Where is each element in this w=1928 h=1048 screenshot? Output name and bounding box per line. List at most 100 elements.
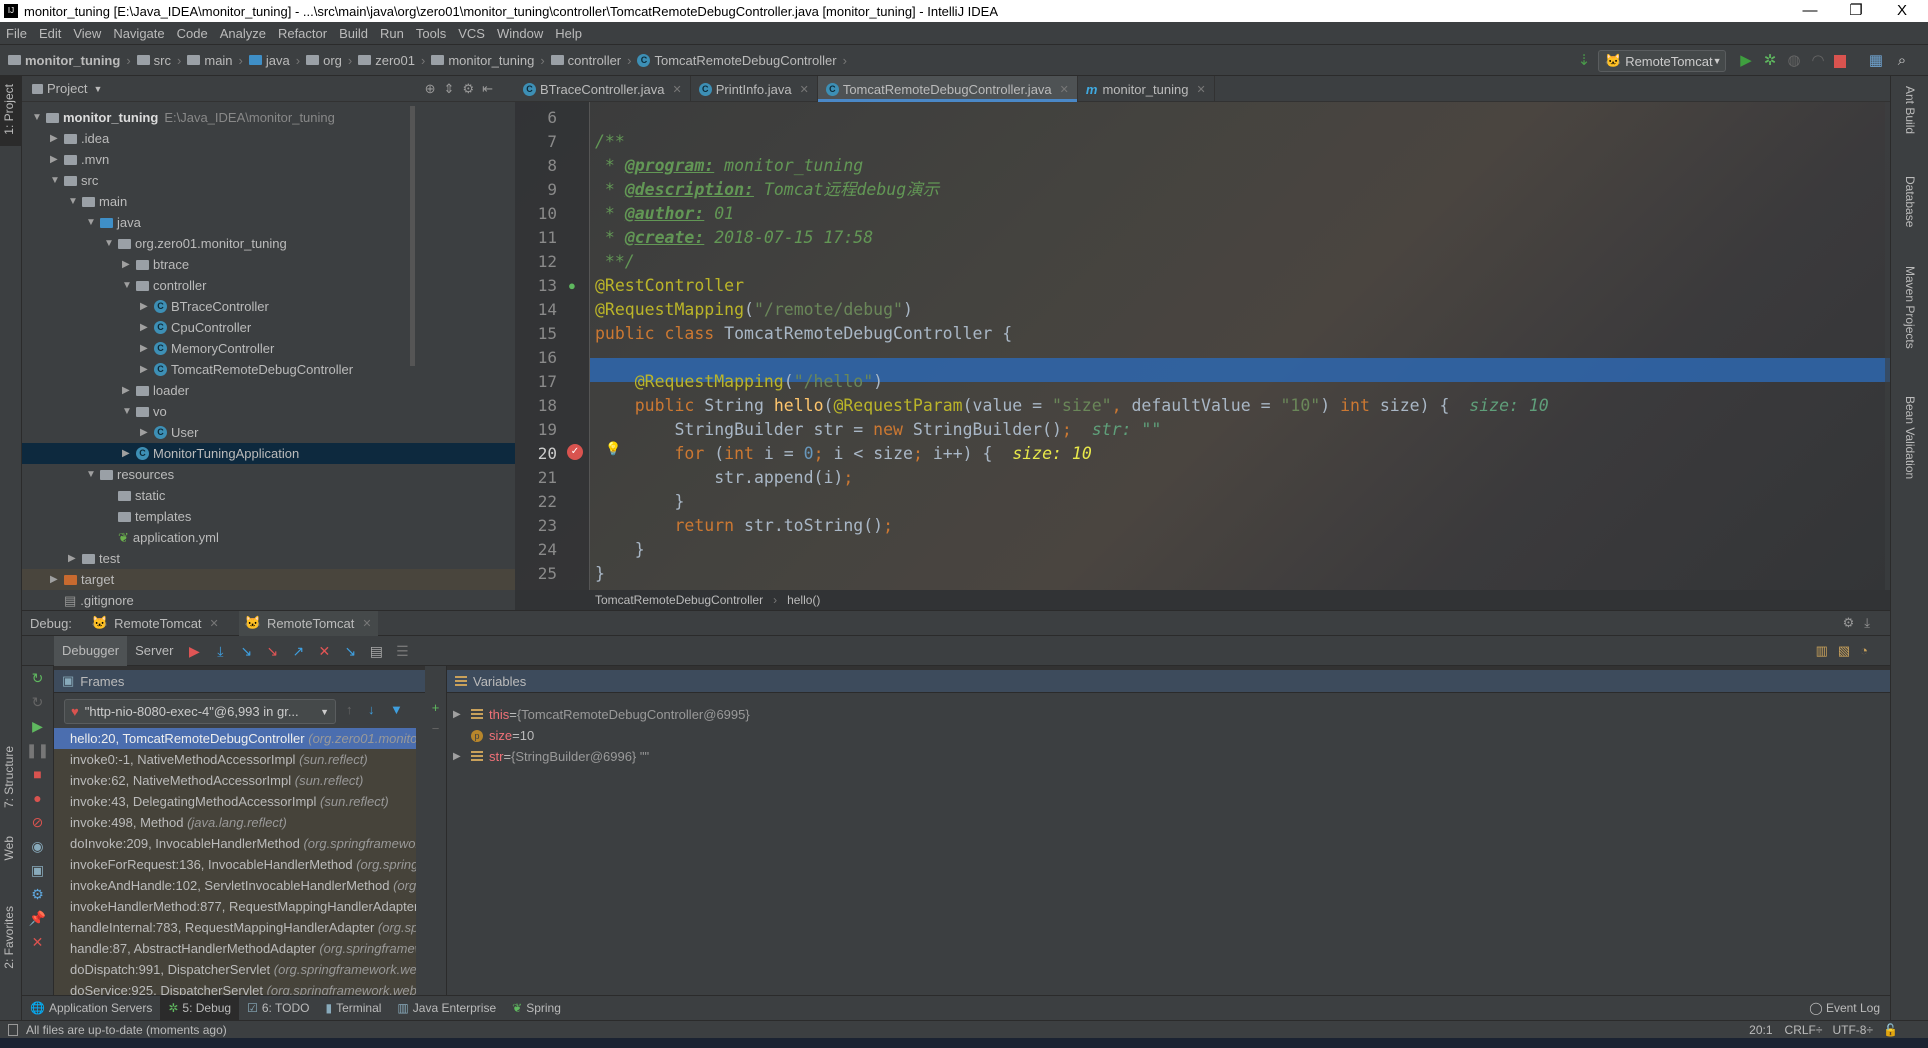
variable-row[interactable]: ▶ this = {TomcatRemoteDebugController@699…	[453, 704, 750, 725]
breadcrumb-item[interactable]: monitor_tuning ›	[431, 53, 545, 68]
expand-right-icon[interactable]: ▶	[50, 574, 64, 585]
project-view-select[interactable]: Project	[47, 81, 87, 96]
camera-icon[interactable]: ◉	[22, 834, 53, 858]
editor-tab[interactable]: m monitor_tuning ✕	[1078, 76, 1215, 102]
close-tab-icon[interactable]: ✕	[800, 83, 809, 96]
menu-refactor[interactable]: Refactor	[278, 26, 327, 41]
tree-item[interactable]: ▶ test	[22, 548, 515, 569]
expand-right-icon[interactable]: ▶	[140, 322, 154, 333]
menu-analyze[interactable]: Analyze	[220, 26, 266, 41]
tool-tab-ant-build[interactable]: Ant Build	[1903, 86, 1917, 134]
step-out-icon[interactable]: ↗	[289, 643, 307, 659]
minimize-button[interactable]: —	[1790, 0, 1830, 22]
menu-view[interactable]: View	[73, 26, 101, 41]
expand-right-icon[interactable]: ▶	[140, 301, 154, 312]
rerun-icon[interactable]: ↻	[22, 666, 53, 690]
breadcrumb-class[interactable]: TomcatRemoteDebugController	[595, 593, 763, 607]
run-configuration-select[interactable]: 🐱 RemoteTomcat ▼	[1598, 50, 1726, 72]
lock-icon[interactable]: 🔓	[1883, 1023, 1898, 1037]
code-editor[interactable]: 6 7 8 9 10 11 12 13 14 15 16 17 18 19 20 21 22 23 24 25 /**…	[515, 102, 1890, 590]
close-tab-icon[interactable]: ✕	[1196, 83, 1205, 96]
coverage-icon[interactable]: ◍	[1786, 53, 1802, 69]
run-to-cursor-icon[interactable]: ↘	[341, 643, 359, 659]
tool-tab-database[interactable]: Database	[1903, 176, 1917, 227]
close-tab-icon[interactable]: ✕	[210, 617, 219, 630]
expand-right-icon[interactable]: ▶	[68, 553, 82, 564]
line-separator[interactable]: CRLF÷	[1785, 1023, 1823, 1037]
breadcrumb-item[interactable]: main ›	[187, 53, 243, 68]
breadcrumb-item[interactable]: C TomcatRemoteDebugController ›	[637, 53, 847, 68]
stack-frame[interactable]: invokeAndHandle:102, ServletInvocableHan…	[54, 875, 416, 896]
breadcrumb-item[interactable]: zero01 ›	[358, 53, 425, 68]
run-icon[interactable]: ▶	[1738, 53, 1754, 69]
expand-right-icon[interactable]: ▶	[140, 343, 154, 354]
expand-down-icon[interactable]: ▼	[86, 469, 100, 480]
tree-item[interactable]: ▶ .idea	[22, 128, 515, 149]
expand-right-icon[interactable]: ▶	[140, 364, 154, 375]
expand-right-icon[interactable]: ▶	[122, 448, 136, 459]
refresh-icon[interactable]: ↻	[22, 690, 53, 714]
filter-icon[interactable]: ▼	[390, 702, 403, 717]
tree-item[interactable]: ▶ C BTraceController	[22, 296, 515, 317]
tool-tab-maven-projects[interactable]: Maven Projects	[1903, 266, 1917, 349]
stack-frame[interactable]: doDispatch:991, DispatcherServlet (org.s…	[54, 959, 416, 980]
web-tool-tab[interactable]: Web	[2, 836, 16, 860]
tab-debugger[interactable]: Debugger	[54, 635, 128, 666]
step-over-icon[interactable]: ⤓	[211, 643, 229, 659]
stack-frame[interactable]: invokeHandlerMethod:877, RequestMappingH…	[54, 896, 416, 917]
show-execution-point-icon[interactable]: ▶	[185, 643, 203, 659]
breakpoint-icon[interactable]: ✓	[567, 444, 583, 460]
breadcrumb-method[interactable]: hello()	[787, 593, 820, 607]
tree-item[interactable]: ❦ application.yml	[22, 527, 515, 548]
search-icon[interactable]: ⌕	[1894, 53, 1910, 69]
arrow-down-icon[interactable]: ↓	[368, 702, 375, 717]
expand-right-icon[interactable]: ▶	[122, 385, 136, 396]
project-tool-tab[interactable]: 1: Project	[2, 84, 16, 135]
tree-item[interactable]: ▶ btrace	[22, 254, 515, 275]
expand-down-icon[interactable]: ▼	[122, 406, 136, 417]
tool-tab-application-servers[interactable]: 🌐 Application Servers	[22, 996, 160, 1021]
breadcrumb-item[interactable]: src ›	[136, 53, 181, 68]
pin-icon[interactable]: 📌	[22, 906, 53, 930]
breadcrumb-item[interactable]: monitor_tuning ›	[8, 53, 131, 68]
expand-down-icon[interactable]: ▼	[86, 217, 100, 228]
stack-frame[interactable]: invoke:43, DelegatingMethodAccessorImpl …	[54, 791, 416, 812]
tree-item[interactable]: static	[22, 485, 515, 506]
menu-navigate[interactable]: Navigate	[113, 26, 164, 41]
tree-item[interactable]: ▶ C User	[22, 422, 515, 443]
close-tab-icon[interactable]: ✕	[362, 617, 371, 630]
stack-frame[interactable]: handle:87, AbstractHandlerMethodAdapter …	[54, 938, 416, 959]
tree-item[interactable]: templates	[22, 506, 515, 527]
debug-icon[interactable]: ✲	[1762, 53, 1778, 69]
expand-right-icon[interactable]: ▶	[122, 259, 136, 270]
mute-breakpoints-icon[interactable]: ⊘	[22, 810, 53, 834]
tree-item[interactable]: ▼ java	[22, 212, 515, 233]
stack-frame[interactable]: handleInternal:783, RequestMappingHandle…	[54, 917, 416, 938]
status-toggle-icon[interactable]	[8, 1023, 18, 1036]
tool-tab-bean-validation[interactable]: Bean Validation	[1903, 396, 1917, 479]
stop-icon[interactable]	[1834, 55, 1846, 68]
menu-code[interactable]: Code	[177, 26, 208, 41]
close-button[interactable]: X	[1882, 0, 1922, 22]
pause-icon[interactable]: ❚❚	[22, 738, 53, 762]
breadcrumb-item[interactable]: java ›	[248, 53, 300, 68]
tree-item[interactable]: ▼ vo	[22, 401, 515, 422]
debug-session-tab[interactable]: 🐱 RemoteTomcat ✕	[238, 610, 378, 636]
tree-item[interactable]: ▼ main	[22, 191, 515, 212]
tab-server[interactable]: Server	[127, 636, 181, 666]
resume-icon[interactable]: ▶	[22, 714, 53, 738]
trace-icon[interactable]: ☰	[393, 643, 411, 659]
tree-item[interactable]: ▼ org.zero01.monitor_tuning	[22, 233, 515, 254]
expand-down-icon[interactable]: ▼	[50, 175, 64, 186]
stack-frame[interactable]: invoke:498, Method (java.lang.reflect)	[54, 812, 416, 833]
tree-item[interactable]: ▼ resources	[22, 464, 515, 485]
spring-bean-icon[interactable]: ●	[568, 278, 576, 293]
tree-root[interactable]: ▼ monitor_tuning E:\Java_IDEA\monitor_tu…	[22, 107, 515, 128]
restore-button[interactable]: ❐	[1836, 0, 1876, 22]
expand-down-icon[interactable]: ▼	[122, 280, 136, 291]
tool-tab-java-enterprise[interactable]: ▥ Java Enterprise	[389, 996, 504, 1021]
evaluate-expression-icon[interactable]: ▤	[367, 643, 385, 659]
event-log-button[interactable]: ◯ Event Log	[1809, 1001, 1880, 1015]
menu-build[interactable]: Build	[339, 26, 368, 41]
memory-view-icons[interactable]: ▥▧◔	[1816, 643, 1878, 659]
